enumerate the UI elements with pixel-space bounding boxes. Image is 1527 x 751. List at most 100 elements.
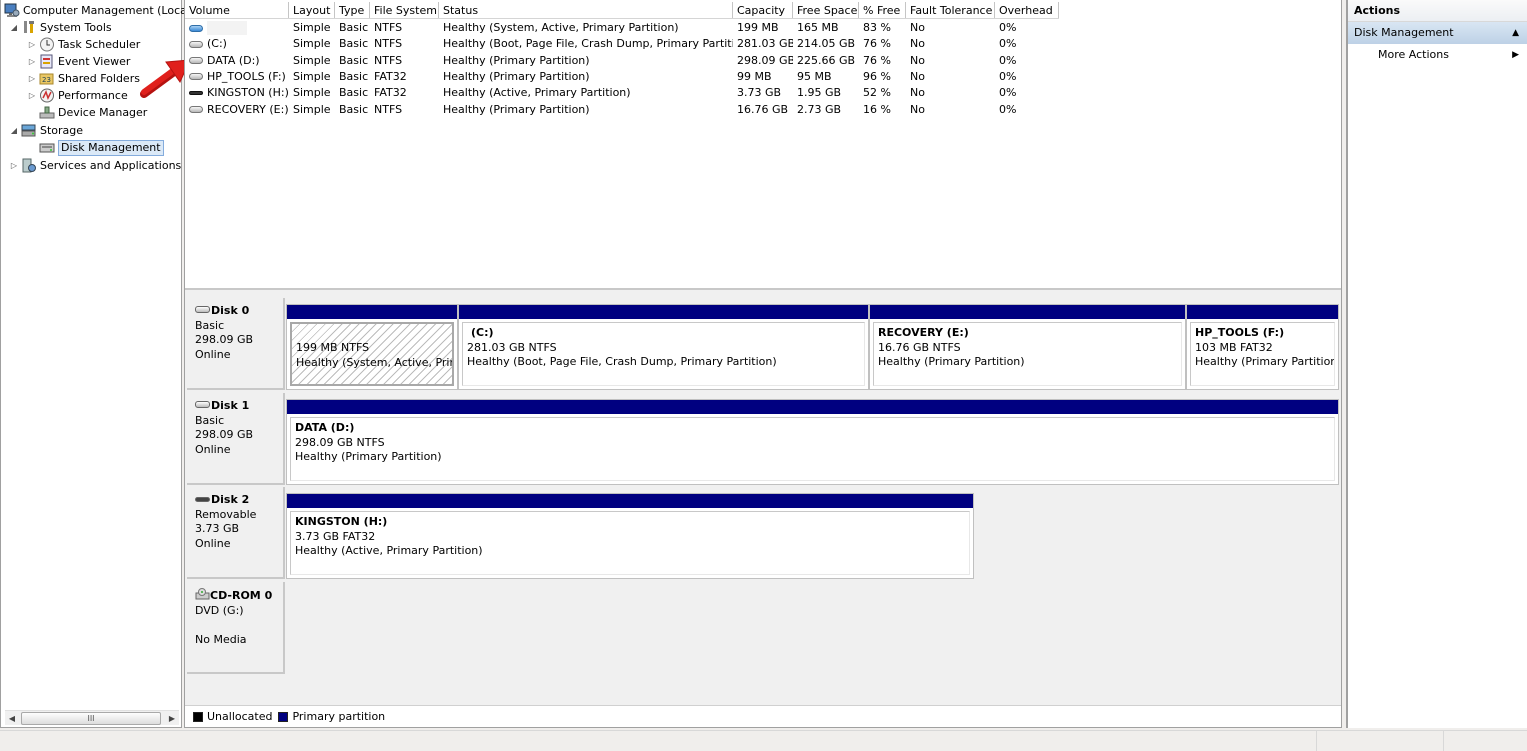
partition-recovery-e[interactable]: RECOVERY (E:) 16.76 GB NTFS Healthy (Pri… <box>869 304 1186 390</box>
fault-cell: No <box>910 69 925 83</box>
column-header-type[interactable]: Type <box>335 2 370 18</box>
volume-cell <box>185 20 289 36</box>
collapsed-triangle-icon[interactable]: ▷ <box>27 91 37 101</box>
scroll-left-arrow-icon[interactable]: ◀ <box>6 712 18 725</box>
disk-0-label[interactable]: Disk 0 Basic 298.09 GB Online <box>187 298 285 390</box>
tree-item-shared-folders[interactable]: ▷ 23 Shared Folders <box>27 70 140 87</box>
console-tree: Computer Management (Local ◢ System Tool… <box>0 0 190 728</box>
volume-drive-icon <box>189 40 203 48</box>
collapse-up-icon[interactable]: ▲ <box>1512 22 1519 44</box>
more-actions-item[interactable]: More Actions ▶ <box>1348 44 1527 66</box>
shared-folder-icon: 23 <box>39 71 55 86</box>
tree-label: Performance <box>58 89 128 102</box>
status-cell: Healthy (Active, Primary Partition) <box>443 86 631 100</box>
disk-size: 298.09 GB <box>195 428 254 441</box>
disk-0: Disk 0 Basic 298.09 GB Online 199 MB NTF… <box>185 298 1341 390</box>
primary-partition-bar <box>287 494 973 508</box>
scroll-thumb[interactable]: III <box>21 712 161 725</box>
primary-partition-bar <box>287 305 457 319</box>
primary-partition-bar <box>1187 305 1338 319</box>
tree-root[interactable]: Computer Management (Local <box>4 2 190 19</box>
column-header-layout[interactable]: Layout <box>289 2 335 18</box>
tree-item-device-manager[interactable]: Device Manager <box>39 104 147 121</box>
volume-cell: HP_TOOLS (F:) <box>185 69 289 85</box>
partition-title: RECOVERY (E:) <box>878 326 969 339</box>
column-header-overhead[interactable]: Overhead <box>995 2 1059 18</box>
volume-row[interactable]: KINGSTON (H:) Simple Basic FAT32 Healthy (Ac… <box>185 85 1059 101</box>
primary-partition-bar <box>870 305 1185 319</box>
column-header-fault-tolerance[interactable]: Fault Tolerance <box>906 2 995 18</box>
status-cell: Healthy (Primary Partition) <box>443 53 590 67</box>
expanded-triangle-icon[interactable]: ◢ <box>9 126 19 136</box>
partition-size: 199 MB NTFS <box>296 341 370 354</box>
legend-swatch-unallocated <box>193 711 203 722</box>
tree-item-event-viewer[interactable]: ▷ Event Viewer <box>27 53 130 70</box>
legend-label-unallocated: Unallocated <box>207 710 273 723</box>
partition-size: 103 MB FAT32 <box>1195 340 1273 354</box>
partition-data-d[interactable]: DATA (D:) 298.09 GB NTFS Healthy (Primar… <box>286 399 1339 485</box>
scroll-right-arrow-icon[interactable]: ▶ <box>166 712 178 725</box>
cdrom-icon <box>195 588 210 600</box>
volume-row[interactable]: HP_TOOLS (F:) Simple Basic FAT32 Healthy (Pr… <box>185 69 1059 85</box>
disk-1-label[interactable]: Disk 1 Basic 298.09 GB Online <box>187 393 285 485</box>
column-header-status[interactable]: Status <box>439 2 733 18</box>
status-cell: Healthy (Primary Partition) <box>443 102 590 116</box>
partition-system-reserved[interactable]: 199 MB NTFS Healthy (System, Active, Pri… <box>286 304 458 390</box>
volume-row[interactable]: RECOVERY (E:) Simple Basic NTFS Healthy (Pri… <box>185 102 1059 118</box>
collapsed-triangle-icon[interactable]: ▷ <box>27 74 37 84</box>
expanded-triangle-icon[interactable]: ◢ <box>9 23 19 33</box>
free-cell: 95 MB <box>797 69 832 83</box>
cdrom-0-label[interactable]: CD-ROM 0 DVD (G:) No Media <box>187 582 285 674</box>
volume-row[interactable]: DATA (D:) Simple Basic NTFS Healthy (Primary… <box>185 53 1059 69</box>
pct-cell: 52 % <box>863 86 891 100</box>
collapsed-triangle-icon[interactable]: ▷ <box>27 57 37 67</box>
column-header-capacity[interactable]: Capacity <box>733 2 793 18</box>
type-cell: Basic <box>339 69 369 83</box>
partition-hp-tools-f[interactable]: HP_TOOLS (F:) 103 MB FAT32 Healthy (Prim… <box>1186 304 1339 390</box>
collapsed-triangle-icon[interactable]: ▷ <box>27 40 37 50</box>
tree-item-storage[interactable]: ◢ Storage <box>9 122 83 139</box>
partition-size: 3.73 GB FAT32 <box>295 529 376 543</box>
capacity-cell: 16.76 GB <box>737 102 789 116</box>
partition-status: Healthy (Boot, Page File, Crash Dump, Pr… <box>467 355 777 368</box>
disk-state: Online <box>195 442 231 456</box>
volume-row[interactable]: (C:) Simple Basic NTFS Healthy (Boot, Page F… <box>185 36 1059 52</box>
actions-section-disk-management[interactable]: Disk Management ▲ <box>1348 22 1527 44</box>
overhead-cell: 0% <box>999 53 1017 67</box>
free-cell: 225.66 GB <box>797 53 856 67</box>
disk-name: Disk 1 <box>211 399 250 412</box>
partition-size: 16.76 GB NTFS <box>878 340 961 354</box>
disk-2-label[interactable]: Disk 2 Removable 3.73 GB Online <box>187 487 285 579</box>
partition-body: RECOVERY (E:) 16.76 GB NTFS Healthy (Pri… <box>873 322 1182 386</box>
type-cell: Basic <box>339 53 369 67</box>
tree-item-system-tools[interactable]: ◢ System Tools <box>9 19 112 36</box>
disk-kind: Basic <box>195 318 225 332</box>
column-header-file-system[interactable]: File System <box>370 2 439 18</box>
volume-row[interactable]: Simple Basic NTFS Healthy (System, Active, … <box>185 20 1059 36</box>
tree-item-performance[interactable]: ▷ Performance <box>27 87 128 104</box>
disk-size <box>195 618 275 633</box>
pct-cell: 76 % <box>863 53 891 67</box>
volume-name <box>207 21 247 35</box>
partition-kingston-h[interactable]: KINGSTON (H:) 3.73 GB FAT32 Healthy (Act… <box>286 493 974 579</box>
more-actions-label: More Actions <box>1378 48 1449 61</box>
volume-name: (C:) <box>207 37 227 51</box>
type-cell: Basic <box>339 102 369 116</box>
capacity-cell: 298.09 GB <box>737 53 793 67</box>
collapsed-triangle-icon[interactable]: ▷ <box>9 161 19 171</box>
partition-title: DATA (D:) <box>295 421 355 434</box>
tree-item-services-and-applications[interactable]: ▷ Services and Applications <box>9 157 181 174</box>
disk-kind: Basic <box>195 413 225 427</box>
column-header-free-space[interactable]: Free Space <box>793 2 859 18</box>
partition-c[interactable]: (C:) 281.03 GB NTFS Healthy (Boot, Page … <box>458 304 869 390</box>
partition-status: Healthy (System, Active, Primar <box>296 355 454 369</box>
event-viewer-icon <box>39 54 55 69</box>
partition-status: Healthy (Primary Partition) <box>295 450 442 463</box>
volume-drive-icon <box>189 73 203 81</box>
partition-title: KINGSTON (H:) <box>295 515 388 528</box>
tree-item-task-scheduler[interactable]: ▷ Task Scheduler <box>27 36 140 53</box>
horizontal-scrollbar[interactable]: ◀ III ▶ <box>5 710 179 725</box>
tree-item-disk-management[interactable]: Disk Management <box>39 139 164 156</box>
column-header-volume[interactable]: Volume <box>185 2 289 18</box>
column-header-percent-free[interactable]: % Free <box>859 2 906 18</box>
